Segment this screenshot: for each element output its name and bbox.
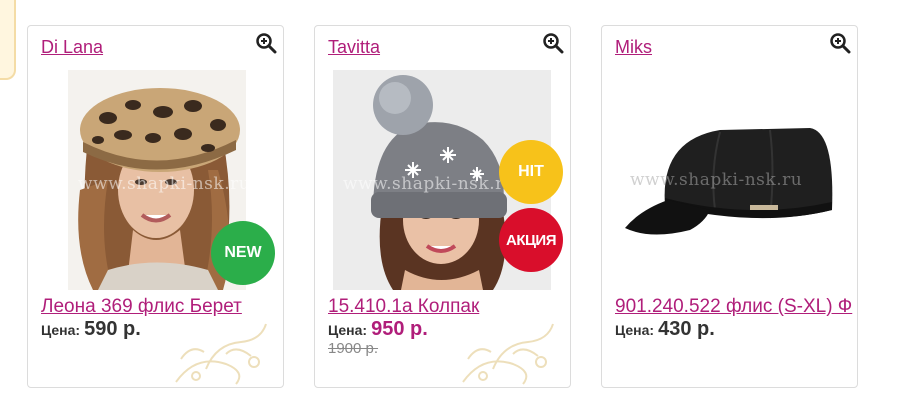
ornament-decoration: [462, 323, 554, 385]
zoom-in-icon[interactable]: [255, 32, 277, 54]
price-label: Цена:: [615, 322, 655, 338]
product-name-link[interactable]: 901.240.522 флис (S-XL) Ф: [615, 296, 852, 318]
brand-link[interactable]: Di Lana: [41, 37, 103, 58]
brand-link[interactable]: Miks: [615, 37, 652, 58]
price: Цена: 430 р.: [615, 318, 715, 341]
price-value: 950 р.: [371, 318, 428, 340]
price: Цена: 590 р.: [41, 318, 141, 341]
product-card: Miks www.shapki-nsk.ru 901.240.522 флис …: [601, 25, 858, 388]
price: Цена: 950 р.: [328, 318, 428, 341]
product-image[interactable]: www.shapki-nsk.ru: [610, 70, 857, 290]
old-price: 1900 р.: [328, 340, 379, 357]
product-card: Di Lana www.shapki-nsk.ru NEW Леона 369 …: [27, 25, 284, 388]
price-label: Цена:: [328, 322, 368, 338]
price-value: 430 р.: [658, 318, 715, 340]
badge-sale: АКЦИЯ: [499, 208, 563, 272]
product-grid: Di Lana www.shapki-nsk.ru NEW Леона 369 …: [0, 0, 909, 418]
badge-hit: HIT: [499, 140, 563, 204]
watermark: www.shapki-nsk.ru: [343, 174, 516, 194]
ornament-decoration: [175, 323, 267, 385]
zoom-in-icon[interactable]: [542, 32, 564, 54]
watermark: www.shapki-nsk.ru: [78, 174, 246, 194]
product-card: Tavitta www.shapki-nsk.ru HIT АКЦИЯ 15.4…: [314, 25, 571, 388]
price-label: Цена:: [41, 322, 81, 338]
zoom-in-icon[interactable]: [829, 32, 851, 54]
price-value: 590 р.: [84, 318, 141, 340]
brand-link[interactable]: Tavitta: [328, 37, 380, 58]
badge-new: NEW: [211, 221, 275, 285]
watermark: www.shapki-nsk.ru: [630, 170, 803, 190]
